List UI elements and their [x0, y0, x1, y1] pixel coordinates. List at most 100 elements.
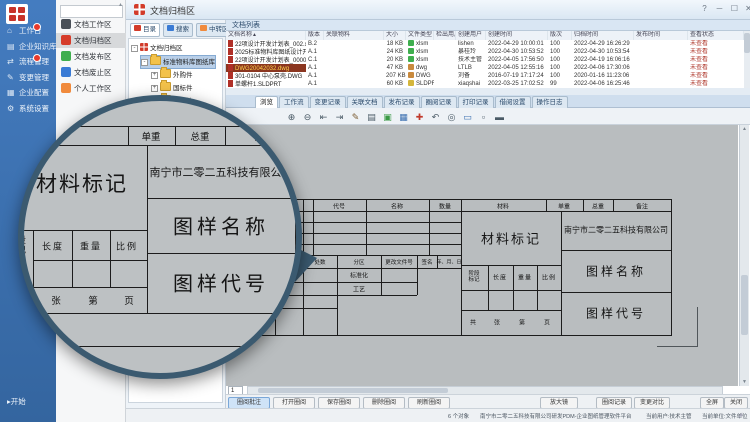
- column-header-material[interactable]: 关联物料: [324, 31, 384, 40]
- tree-node-3[interactable]: +外购件: [151, 69, 193, 81]
- full-width-icon[interactable]: ▬: [492, 110, 507, 125]
- column-header-publish_time[interactable]: 发布时间: [634, 31, 688, 40]
- zone-item-1[interactable]: 文档工作区: [56, 17, 126, 32]
- column-header-type[interactable]: 文件类型: [406, 31, 434, 40]
- sidebar-item-3[interactable]: ⇄流程管理: [0, 54, 56, 69]
- sidebar-item-5[interactable]: ▦企业配置: [0, 85, 56, 100]
- table-row[interactable]: 22项设计开发计划表_002.xlsxB.218 KBxlsmlishen202…: [226, 40, 744, 48]
- zone-item-4[interactable]: 文档废止区: [56, 65, 126, 80]
- preview-tab-label: 操作日志: [537, 99, 563, 106]
- scrollbar-thumb[interactable]: [741, 275, 748, 335]
- tree-tab-2[interactable]: 搜索: [163, 23, 193, 37]
- column-header-create_time[interactable]: 创建时间: [486, 31, 548, 40]
- table-row[interactable]: 301-0104 中心泵壳.DWGA.1207 KBDWG刘备2016-07-1…: [226, 72, 744, 80]
- preview-tab-9[interactable]: 操作日志: [532, 96, 568, 108]
- cell-view_status: 未查看: [688, 56, 744, 64]
- close-icon[interactable]: ✕: [742, 3, 750, 15]
- minimize-icon[interactable]: ─: [713, 3, 726, 15]
- scroll-down-icon[interactable]: ▼: [742, 379, 747, 385]
- cell-size: 20 KB: [384, 56, 406, 64]
- tree-node-4[interactable]: +国标件: [151, 82, 193, 94]
- tree-tab-label: 搜索: [176, 26, 189, 33]
- sidebar-item-2[interactable]: ▤企业知识库: [0, 39, 56, 54]
- document-icon: [228, 72, 233, 79]
- titleblock-company: 南宁市二零二五科技有限公司: [564, 225, 668, 236]
- preview-tab-5[interactable]: 发布记录: [384, 96, 420, 108]
- titleblock-page: 页: [544, 318, 550, 327]
- column-header-size[interactable]: 大小: [384, 31, 406, 40]
- column-header-checkout_user[interactable]: 检出用户: [434, 31, 456, 40]
- column-header-rev[interactable]: 版次: [548, 31, 572, 40]
- cell-type: dwg: [406, 64, 434, 72]
- table-row[interactable]: 单螺杆1.SLDPRTA.160 KBSLDPRTxiaqshai2022-03…: [226, 80, 744, 88]
- file-list-title: 文档列表: [226, 20, 750, 31]
- canvas-vertical-scrollbar[interactable]: ▲ ▼: [739, 125, 749, 386]
- sidebar-item-1[interactable]: ⌂工作台: [0, 23, 56, 38]
- sheet-corner-mark: [697, 307, 698, 347]
- expander-icon[interactable]: -: [131, 45, 138, 52]
- column-header-archive_time[interactable]: 归档时间: [572, 31, 634, 40]
- layer-green-icon[interactable]: ▣: [380, 110, 395, 125]
- preview-tab-8[interactable]: 借阅设置: [495, 96, 531, 108]
- preview-tab-6[interactable]: 圈阅记录: [421, 96, 457, 108]
- window-grid-icon[interactable]: ▦: [396, 110, 411, 125]
- app-info: 南宁市二零二五科技有限公司研发PDM-企业图纸管理软件平台: [480, 412, 632, 420]
- zone-item-5[interactable]: 个人工作区: [56, 81, 126, 96]
- monitor-icon[interactable]: ▭: [460, 110, 475, 125]
- resize-grip[interactable]: ◢: [738, 412, 742, 418]
- help-icon[interactable]: ?: [698, 3, 711, 15]
- panel-splitter[interactable]: [226, 88, 750, 95]
- annotate-icon[interactable]: ✎: [348, 110, 363, 125]
- sidebar-item-4[interactable]: ✎变更管理: [0, 70, 56, 85]
- add-markup-icon[interactable]: ✚: [412, 110, 427, 125]
- zone-icon: [61, 67, 71, 77]
- expander-icon[interactable]: +: [151, 72, 158, 79]
- cell-name: DWG20042032.dwg: [226, 64, 306, 72]
- search-icon: [167, 25, 174, 31]
- expander-icon[interactable]: +: [151, 85, 158, 92]
- fit-page-icon[interactable]: ⇥: [332, 110, 347, 125]
- cell-create_user: lishen: [456, 40, 486, 48]
- column-header-view_status[interactable]: 查看状态: [688, 31, 744, 40]
- cell-material: [324, 80, 384, 88]
- cell-view_status: 未查看: [688, 72, 744, 80]
- zoom-out-icon[interactable]: ⊖: [300, 110, 315, 125]
- magnify-icon[interactable]: ◎: [444, 110, 459, 125]
- layers-icon[interactable]: ▤: [364, 110, 379, 125]
- undo-icon[interactable]: ↶: [428, 110, 443, 125]
- cell-type: xlsm: [406, 56, 434, 64]
- cell-archive_time: 2022-04-19 16:06:16: [572, 56, 634, 64]
- tree-node-label: 标准物料库图纸库: [163, 59, 215, 66]
- tree-node-2[interactable]: - 标准物料库图纸库: [141, 56, 215, 68]
- collapse-icon[interactable]: ▴: [119, 1, 122, 8]
- tree-tab-1[interactable]: 目录: [130, 23, 160, 37]
- titleblock-drawing_code: 图样代号: [586, 305, 646, 322]
- preview-tab-3[interactable]: 变更记录: [310, 96, 346, 108]
- magnified-scale: 比例: [116, 240, 138, 253]
- cell-material: [324, 48, 384, 56]
- scroll-up-icon[interactable]: ▲: [742, 126, 747, 132]
- viewer-toolbar: ⊕⊖⇤⇥✎▤▣▦✚↶◎▭▫▬: [226, 108, 750, 125]
- preview-tab-label: 变更记录: [315, 99, 341, 106]
- fit-width-icon[interactable]: ⇤: [316, 110, 331, 125]
- column-header-create_user[interactable]: 创建用户: [456, 31, 486, 40]
- scrollbar-thumb[interactable]: [258, 388, 448, 393]
- expander-icon[interactable]: -: [141, 59, 148, 66]
- column-header-version[interactable]: 版本: [306, 31, 324, 40]
- table-row[interactable]: 2025标准物料库图纸设计开A.124 KBxlsm暴桂玲2022-04-30 …: [226, 48, 744, 56]
- zone-item-3[interactable]: 文档发布区: [56, 49, 126, 64]
- titleblock-stage_mark: 阶段标记: [468, 271, 481, 283]
- table-row[interactable]: 22项设计开发计划表_000001C.120 KBxlsm技术主管2022-04…: [226, 56, 744, 64]
- cell-checkout_user: [434, 48, 456, 56]
- column-header-name[interactable]: 文档名称▲: [226, 31, 306, 40]
- preview-tab-7[interactable]: 打印记录: [458, 96, 494, 108]
- maximize-icon[interactable]: ☐: [728, 3, 741, 15]
- file-list-scrollbar[interactable]: [744, 31, 750, 88]
- archive-zone-icon: [140, 43, 148, 51]
- table-row[interactable]: DWG20042032.dwgA.147 KBdwgLTLB2022-04-05…: [226, 64, 744, 72]
- zone-icon: [61, 35, 71, 45]
- preview-tab-4[interactable]: 关联文档: [347, 96, 383, 108]
- blank-page-icon[interactable]: ▫: [476, 110, 491, 125]
- start-button[interactable]: ▸开始: [7, 396, 26, 407]
- zone-item-2[interactable]: 文档归档区: [56, 33, 126, 48]
